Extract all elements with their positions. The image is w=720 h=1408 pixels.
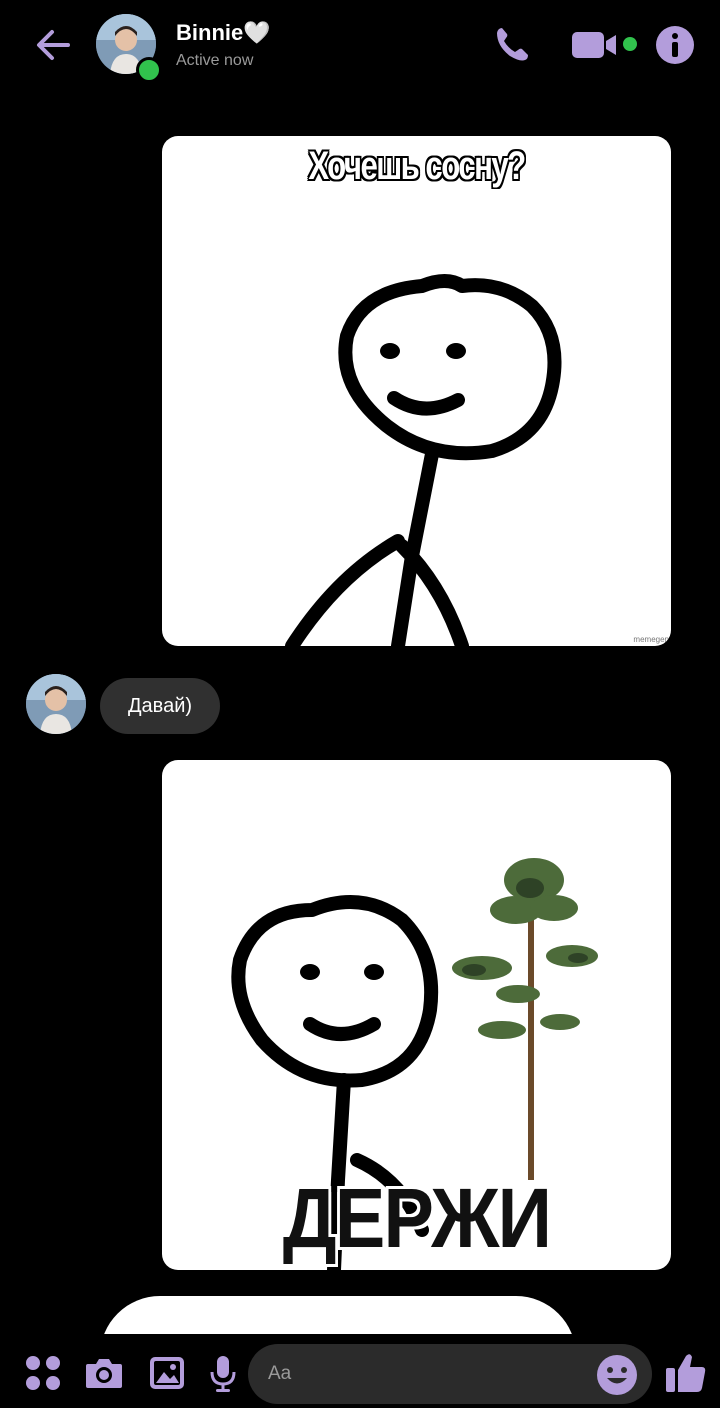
gallery-icon[interactable] [148,1354,186,1392]
contact-name[interactable]: Binnie🤍 [176,20,271,46]
meme-caption: Хочешь сосну? [308,144,526,188]
online-indicator [136,57,162,83]
like-icon[interactable] [664,1350,708,1394]
message-input-placeholder: Aa [268,1363,292,1384]
info-icon[interactable] [654,24,696,66]
back-arrow-icon[interactable] [30,22,76,68]
microphone-icon[interactable] [208,1354,238,1394]
meme-caption: ДЕРЖИ [282,1171,552,1265]
meme-watermark: memegen [633,635,669,644]
incoming-message-bubble[interactable]: Давай) [100,678,221,734]
message-input[interactable]: Aa [248,1344,652,1404]
camera-icon[interactable] [84,1354,124,1392]
apps-icon[interactable] [24,1354,62,1392]
emoji-icon[interactable] [596,1354,638,1396]
video-active-dot [623,37,637,51]
image-message-pine-question[interactable]: Хочешь сосну? memegen [162,136,671,646]
phone-icon[interactable] [490,22,534,66]
active-status: Active now [176,52,254,69]
chat-header: Binnie🤍 Active now [0,0,720,90]
video-icon[interactable] [570,28,620,62]
image-message-pine-answer[interactable]: ДЕРЖИ [162,760,671,1270]
sender-avatar[interactable] [26,674,86,734]
